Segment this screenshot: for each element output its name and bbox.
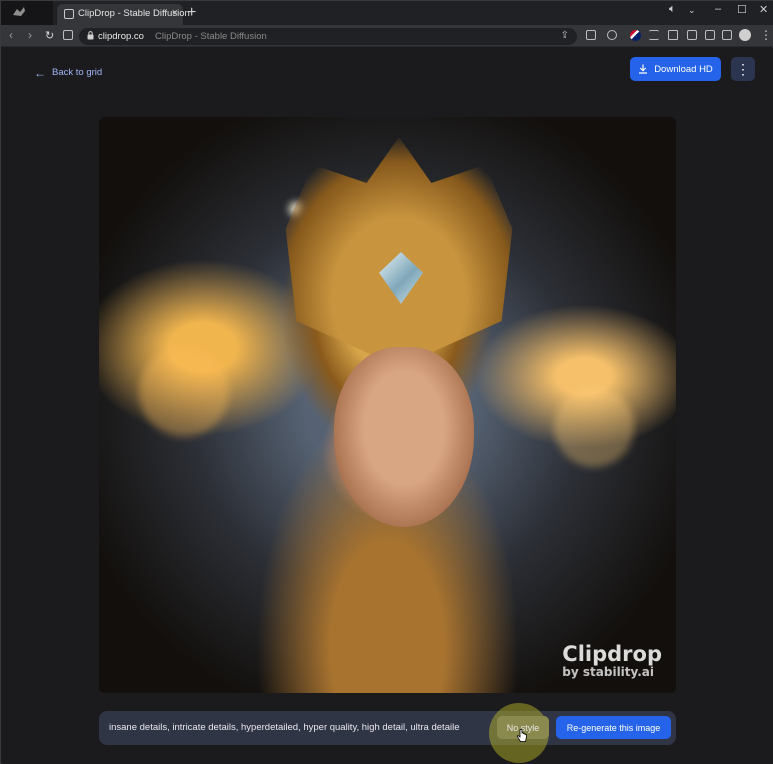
reading-list-icon[interactable] [649,30,659,40]
more-options-button[interactable]: ⋮ [731,57,755,81]
profile-avatar-icon[interactable] [739,29,751,41]
forward-nav-icon[interactable]: › [28,28,32,42]
reader-mode-icon[interactable] [63,30,73,40]
chevron-down-icon[interactable]: ⌄ [688,5,696,16]
watermark-main: Clipdrop [562,642,662,666]
camera-icon[interactable] [687,30,697,40]
menu-kebab-icon[interactable]: ⋮ [760,28,772,42]
address-bar[interactable]: clipdrop.co ClipDrop - Stable Diffusion … [79,28,577,45]
back-to-grid-link[interactable]: ← Back to grid [34,65,103,80]
lock-icon [87,31,94,40]
minimize-button[interactable]: – [715,3,721,15]
tab-strip: ClipDrop - Stable Diffusion × + 🔈︎ ⌄ – ☐… [1,1,773,25]
new-tab-button[interactable]: + [187,4,196,22]
share-icon[interactable]: ⇪ [561,30,569,41]
prompt-text[interactable]: insane details, intricate details, hyper… [109,722,459,733]
back-to-grid-label: Back to grid [52,67,103,78]
portrait-face [334,347,474,527]
hand-cursor-icon [516,729,527,742]
url-domain: clipdrop.co [98,31,144,42]
url-page-title: ClipDrop - Stable Diffusion [155,31,267,42]
extension-shield-icon[interactable] [607,30,617,40]
page-content: ← Back to grid Download HD ⋮ Clipdrop by… [2,48,773,764]
sidebar-icon[interactable] [722,30,732,40]
generated-image: Clipdrop by stability.ai [99,117,676,693]
bokeh-light [139,347,229,437]
extension-puzzle-icon[interactable] [586,30,596,40]
more-vertical-icon: ⋮ [736,60,750,77]
close-window-button[interactable]: ✕ [759,3,768,16]
pinned-tab[interactable] [1,1,53,25]
clipdrop-watermark: Clipdrop by stability.ai [562,643,662,679]
download-icon[interactable] [668,30,678,40]
tab-clipdrop[interactable]: ClipDrop - Stable Diffusion × [57,4,190,25]
bird-icon [13,7,25,16]
screenshot-icon[interactable] [705,30,715,40]
uk-flag-icon[interactable] [630,30,641,41]
tab-close-icon[interactable]: × [172,7,178,19]
download-hd-button[interactable]: Download HD [630,57,721,81]
maximize-button[interactable]: ☐ [737,3,747,16]
regenerate-label: Re-generate this image [566,722,661,733]
download-arrow-icon [639,64,648,74]
prompt-bar: insane details, intricate details, hyper… [99,703,676,763]
page-favicon-icon [64,9,74,19]
crown-shape [285,137,513,367]
watermark-sub: by stability.ai [562,665,655,679]
download-hd-label: Download HD [654,63,713,75]
regenerate-button[interactable]: Re-generate this image [556,716,671,739]
browser-window: ClipDrop - Stable Diffusion × + 🔈︎ ⌄ – ☐… [0,0,773,764]
reload-icon[interactable]: ↻ [45,29,54,42]
speaker-icon[interactable]: 🔈︎ [669,3,676,16]
arrow-left-icon: ← [34,65,46,80]
navigation-bar: ‹ › ↻ clipdrop.co ClipDrop - Stable Diff… [1,25,773,47]
back-nav-icon[interactable]: ‹ [9,28,13,42]
bokeh-light [554,387,634,467]
